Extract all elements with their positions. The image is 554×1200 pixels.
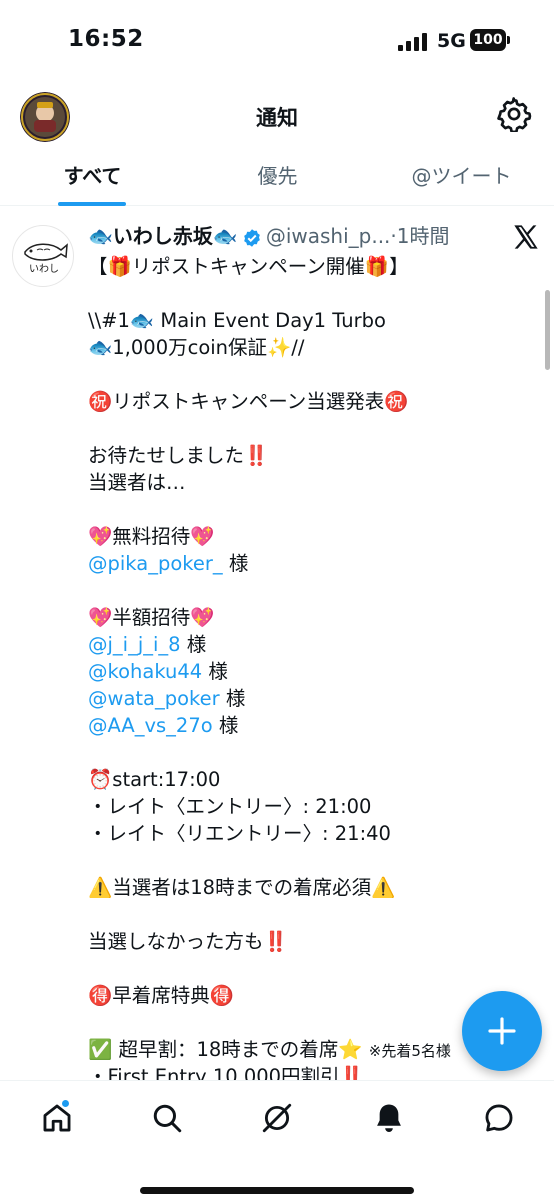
- home-unread-dot: [60, 1098, 71, 1109]
- nav-search[interactable]: [150, 1101, 184, 1135]
- tweet-time: ·1時間: [390, 224, 450, 248]
- tweet-line: 💖無料招待💖: [88, 525, 215, 548]
- notifications-icon: [377, 1104, 401, 1133]
- tweet-note: ※先着5名様: [368, 1042, 451, 1060]
- network-type: 5G: [437, 30, 466, 52]
- verified-icon: [243, 228, 260, 247]
- status-bar: 16:52 5G 100: [0, 0, 554, 84]
- nav-grok[interactable]: [260, 1101, 294, 1135]
- tweet-line: ⏰start:17:00: [88, 768, 221, 791]
- tweet-line: ・First Entry 10,000円割引‼️: [88, 1065, 364, 1080]
- tweet-line: 当選しなかった方も‼️: [88, 930, 288, 953]
- compose-button[interactable]: [462, 991, 542, 1071]
- nav-notifications[interactable]: [372, 1101, 406, 1135]
- nav-home[interactable]: [40, 1098, 74, 1135]
- nav-messages[interactable]: [482, 1101, 516, 1135]
- tweet-line: ⚠️当選者は18時までの着席必須⚠️: [88, 876, 396, 899]
- tab-priority[interactable]: 優先: [185, 148, 370, 206]
- tweet-line: @pika_poker_ 様: [88, 552, 249, 575]
- tweet-text: 【🎁リポストキャンペーン開催🎁】 \\#1🐟 Main Event Day1 T…: [88, 253, 538, 1080]
- tweet-line: 🐟1,000万coin保証✨//: [88, 336, 305, 359]
- grok-icon: [262, 1103, 292, 1133]
- home-indicator: [140, 1187, 414, 1194]
- search-icon: [153, 1104, 182, 1133]
- mention-link[interactable]: @AA_vs_27o: [88, 714, 213, 737]
- tweet-line: @AA_vs_27o 様: [88, 714, 239, 737]
- tweet-line: ㊗️リポストキャンペーン当選発表㊗️: [88, 390, 409, 413]
- tweet-line: \\#1🐟 Main Event Day1 Turbo: [88, 309, 386, 332]
- tweet-line: 【🎁リポストキャンペーン開催🎁】: [88, 255, 409, 278]
- bottom-navigation: [0, 1080, 554, 1200]
- tweet-card[interactable]: いわし 🐟いわし赤坂🐟 @iwashi_p...·1時間 【🎁リポストキャンペーン…: [0, 207, 554, 1080]
- mention-link[interactable]: @pika_poker_: [88, 552, 223, 575]
- battery-tip: [507, 36, 510, 44]
- tweet-line: @j_i_j_i_8 様: [88, 633, 207, 656]
- tweet-line: @wata_poker 様: [88, 687, 246, 710]
- gear-icon[interactable]: [496, 96, 532, 132]
- author-name[interactable]: 🐟いわし赤坂🐟: [88, 224, 238, 248]
- notification-tabs: すべて 優先 @ツイート: [0, 148, 554, 206]
- author-handle[interactable]: @iwashi_p...: [266, 224, 391, 248]
- active-tab-indicator: [58, 202, 126, 206]
- mention-link[interactable]: @wata_poker: [88, 687, 220, 710]
- x-logo-icon: [514, 225, 538, 249]
- tweet-line: ・レイト〈リエントリー〉: 21:40: [88, 822, 391, 845]
- tweet-header: 🐟いわし赤坂🐟 @iwashi_p...·1時間: [88, 221, 508, 251]
- tweet-line-text: ✅ 超早割：18時までの着席⭐: [88, 1038, 363, 1061]
- tab-all[interactable]: すべて: [0, 148, 185, 206]
- messages-icon: [485, 1104, 513, 1132]
- tab-mentions[interactable]: @ツイート: [369, 148, 554, 206]
- signal-icon: [398, 33, 427, 51]
- page-title: 通知: [256, 106, 298, 130]
- tweet-line: お待たせしました‼️: [88, 444, 269, 467]
- app-header: 通知: [0, 84, 554, 148]
- battery-level: 100: [470, 29, 506, 51]
- tweet-author-avatar[interactable]: いわし: [12, 225, 74, 287]
- compose-icon: [488, 1017, 516, 1045]
- tweet-line: 当選者は…: [88, 471, 186, 494]
- tweet-line: ・レイト〈エントリー〉: 21:00: [88, 795, 372, 818]
- mention-link[interactable]: @kohaku44: [88, 660, 202, 683]
- avatar-caption: いわし: [29, 263, 59, 275]
- status-time: 16:52: [68, 26, 144, 52]
- scrollbar[interactable]: [545, 290, 550, 370]
- tweet-line: @kohaku44 様: [88, 660, 228, 683]
- mention-link[interactable]: @j_i_j_i_8: [88, 633, 181, 656]
- tweet-line: 💖半額招待💖: [88, 606, 215, 629]
